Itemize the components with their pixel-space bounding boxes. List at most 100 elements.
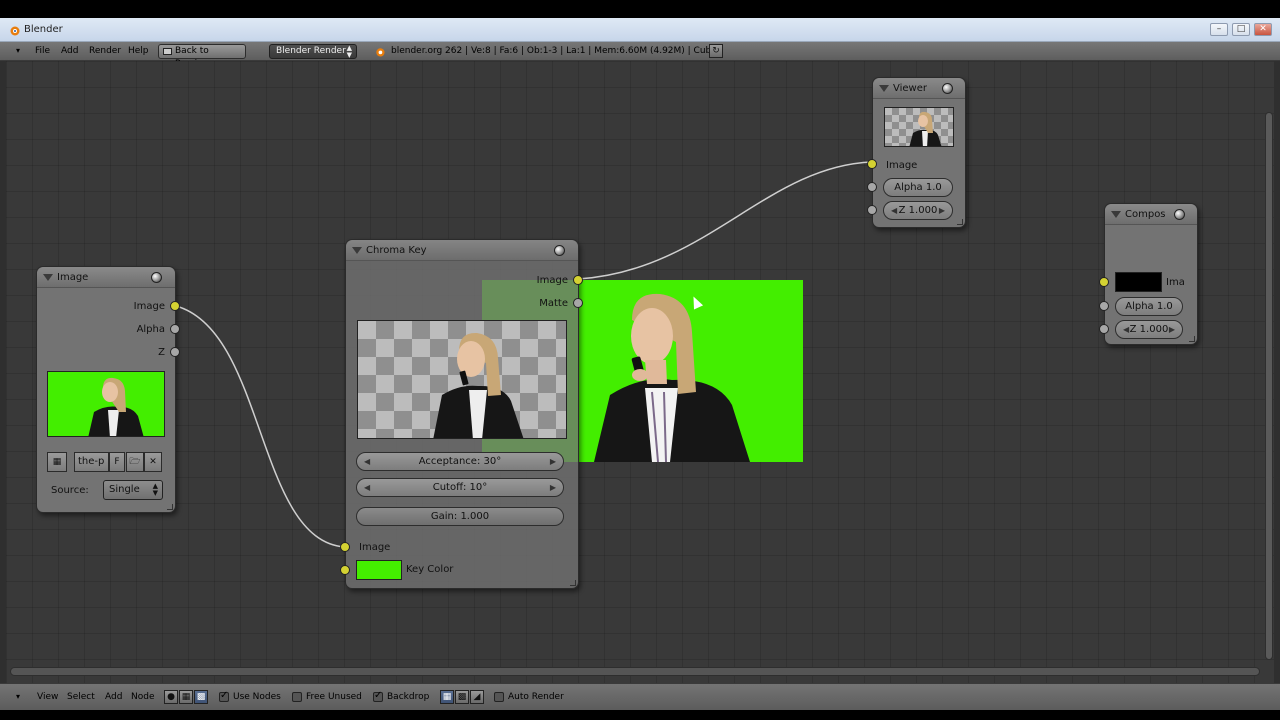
source-select[interactable]: Single ▲ ▼ xyxy=(103,480,163,500)
decrement-arrow-icon[interactable]: ◀ xyxy=(1123,321,1129,338)
blender-logo-icon xyxy=(10,26,20,36)
chroma-key-node[interactable]: Chroma Key Image Matte ◀ Acceptance: 30°… xyxy=(340,239,583,589)
menu-render[interactable]: Render xyxy=(89,46,121,56)
output-matte-label: Matte xyxy=(539,298,568,309)
resize-handle[interactable] xyxy=(167,504,173,510)
preview-toggle-icon[interactable] xyxy=(942,83,953,94)
editor-type-icon[interactable]: ▾ xyxy=(16,692,20,701)
collapse-triangle-icon[interactable] xyxy=(1111,211,1121,218)
viewer-node[interactable]: Viewer Image Alpha 1.0 ◀ Z 1.000 ▶ xyxy=(867,77,966,228)
node-editor-canvas[interactable]: Image Image Alpha Z ▦ the-p F 🗁 ✕ Source… xyxy=(6,61,1274,683)
cutoff-slider[interactable]: ◀ Cutoff: 10° ▶ xyxy=(356,478,564,497)
select-arrows-icon: ▲ ▼ xyxy=(152,482,158,497)
decrement-arrow-icon[interactable]: ◀ xyxy=(364,479,370,496)
viewer-node-header[interactable]: Viewer xyxy=(873,78,965,99)
input-key-color-socket[interactable] xyxy=(340,565,350,575)
render-engine-select[interactable]: Blender Render ▲ ▼ xyxy=(269,44,357,59)
fake-user-button[interactable]: F xyxy=(109,452,125,472)
output-alpha-socket[interactable] xyxy=(170,324,180,334)
collapse-triangle-icon[interactable] xyxy=(879,85,889,92)
resize-handle[interactable] xyxy=(1189,336,1195,342)
output-image-socket[interactable] xyxy=(170,301,180,311)
composite-nodes-icon[interactable]: ▦ xyxy=(179,690,193,704)
unlink-x-icon[interactable]: ✕ xyxy=(144,452,162,472)
decrement-arrow-icon[interactable]: ◀ xyxy=(364,453,370,470)
input-z-socket[interactable] xyxy=(1099,324,1109,334)
menu-add[interactable]: Add xyxy=(105,692,122,702)
resize-handle[interactable] xyxy=(570,580,576,586)
image-name-field[interactable]: the-p xyxy=(74,452,109,472)
output-z-socket[interactable] xyxy=(170,347,180,357)
preview-toggle-icon[interactable] xyxy=(151,272,162,283)
info-header: ▾ File Add Render Help Back to Previous … xyxy=(0,42,1280,69)
increment-arrow-icon[interactable]: ▶ xyxy=(550,453,556,470)
composite-node[interactable]: Compos Ima Alpha 1.0 ◀ Z 1.000 ▶ xyxy=(1099,203,1198,345)
increment-arrow-icon[interactable]: ▶ xyxy=(939,202,945,219)
blender-logo-icon xyxy=(376,48,385,57)
backdrop-alpha-icon[interactable]: ◢ xyxy=(470,690,484,704)
key-color-label: Key Color xyxy=(406,564,454,575)
vertical-scrollbar[interactable] xyxy=(1265,112,1273,660)
image-browse-button[interactable]: ▦ xyxy=(47,452,67,472)
collapse-triangle-icon[interactable] xyxy=(43,274,53,281)
input-z-socket[interactable] xyxy=(867,205,877,215)
cutoff-value: Cutoff: 10° xyxy=(432,482,488,493)
back-to-previous-button[interactable]: Back to Previous xyxy=(158,44,246,69)
texture-nodes-icon[interactable]: ▩ xyxy=(194,690,208,704)
input-image-socket[interactable] xyxy=(340,542,350,552)
menu-view[interactable]: View xyxy=(37,692,58,702)
collapse-triangle-icon[interactable] xyxy=(352,247,362,254)
auto-render-label: Auto Render xyxy=(508,692,564,702)
input-image-socket[interactable] xyxy=(1099,277,1109,287)
viewer-alpha-value: Alpha 1.0 xyxy=(894,182,942,193)
free-unused-checkbox[interactable] xyxy=(292,692,302,702)
composite-z-field[interactable]: ◀ Z 1.000 ▶ xyxy=(1115,320,1183,339)
window-titlebar: Blender – □ ✕ xyxy=(0,18,1280,42)
viewer-z-value: Z 1.000 xyxy=(898,205,938,216)
preview-toggle-icon[interactable] xyxy=(1174,209,1185,220)
output-image-socket[interactable] xyxy=(573,275,583,285)
horizontal-scrollbar[interactable] xyxy=(10,667,1260,676)
backdrop-checkbox[interactable] xyxy=(373,690,383,702)
gain-value: Gain: 1.000 xyxy=(430,511,490,522)
gain-slider[interactable]: Gain: 1.000 xyxy=(356,507,564,526)
backdrop-color-alpha-icon[interactable]: ▦ xyxy=(440,690,454,704)
menu-select[interactable]: Select xyxy=(67,692,95,702)
menu-add[interactable]: Add xyxy=(61,46,78,56)
minimize-button[interactable]: – xyxy=(1210,23,1228,36)
key-color-swatch[interactable] xyxy=(356,560,402,580)
acceptance-slider[interactable]: ◀ Acceptance: 30° ▶ xyxy=(356,452,564,471)
auto-render-checkbox[interactable] xyxy=(494,692,504,702)
menu-help[interactable]: Help xyxy=(128,46,149,56)
composite-alpha-field[interactable]: Alpha 1.0 xyxy=(1115,297,1183,316)
maximize-button[interactable]: □ xyxy=(1232,23,1250,36)
menu-file[interactable]: File xyxy=(35,46,50,56)
use-nodes-checkbox[interactable] xyxy=(219,690,229,702)
close-button[interactable]: ✕ xyxy=(1254,23,1272,36)
input-alpha-socket[interactable] xyxy=(1099,301,1109,311)
image-node-header[interactable]: Image xyxy=(37,267,175,288)
report-icon[interactable]: ↻ xyxy=(709,44,723,58)
backdrop-color-icon[interactable]: ▩ xyxy=(455,690,469,704)
input-image-socket[interactable] xyxy=(867,159,877,169)
composite-color-swatch[interactable] xyxy=(1115,272,1162,292)
image-node[interactable]: Image Image Alpha Z ▦ the-p F 🗁 ✕ Source… xyxy=(36,266,180,513)
increment-arrow-icon[interactable]: ▶ xyxy=(1169,321,1175,338)
composite-node-header[interactable]: Compos xyxy=(1105,204,1197,225)
resize-handle[interactable] xyxy=(957,219,963,225)
viewer-z-field[interactable]: ◀ Z 1.000 ▶ xyxy=(883,201,953,220)
preview-toggle-icon[interactable] xyxy=(554,245,565,256)
composite-alpha-value: Alpha 1.0 xyxy=(1125,301,1173,312)
decrement-arrow-icon[interactable]: ◀ xyxy=(891,202,897,219)
shader-nodes-icon[interactable]: ● xyxy=(164,690,178,704)
editor-type-icon[interactable]: ▾ xyxy=(16,46,20,55)
input-alpha-socket[interactable] xyxy=(867,182,877,192)
source-label: Source: xyxy=(51,485,89,496)
menu-node[interactable]: Node xyxy=(131,692,155,702)
chroma-key-node-header[interactable]: Chroma Key xyxy=(346,240,578,261)
acceptance-value: Acceptance: 30° xyxy=(418,456,502,467)
output-matte-socket[interactable] xyxy=(573,298,583,308)
open-image-icon[interactable]: 🗁 xyxy=(126,452,144,472)
increment-arrow-icon[interactable]: ▶ xyxy=(550,479,556,496)
viewer-alpha-field[interactable]: Alpha 1.0 xyxy=(883,178,953,197)
